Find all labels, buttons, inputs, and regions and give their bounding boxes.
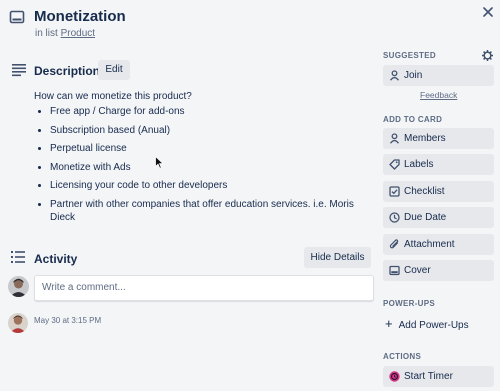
- person-icon: [389, 70, 400, 81]
- members-label: Members: [404, 133, 446, 144]
- list-item: Free app / Charge for add-ons: [50, 105, 370, 118]
- list-item: Perpetual license: [50, 142, 370, 155]
- add-to-card-heading: ADD TO CARD: [383, 115, 443, 124]
- checklist-icon: [389, 186, 400, 197]
- hide-details-button[interactable]: Hide Details: [304, 247, 371, 268]
- clock-icon: [389, 212, 400, 223]
- feedback-link[interactable]: Feedback: [420, 90, 457, 101]
- paperclip-icon: [389, 239, 400, 250]
- checklist-label: Checklist: [404, 186, 445, 197]
- list-item: Subscription based (Anual): [50, 124, 370, 137]
- avatar[interactable]: [8, 276, 29, 297]
- suggested-heading: SUGGESTED: [383, 51, 436, 60]
- due-date-button[interactable]: Due Date: [383, 207, 494, 228]
- add-power-ups-label: Add Power-Ups: [398, 320, 469, 331]
- avatar[interactable]: [8, 313, 28, 333]
- attachment-button[interactable]: Attachment: [383, 234, 494, 255]
- labels-label: Labels: [404, 159, 434, 170]
- comment-input[interactable]: Write a comment...: [34, 275, 374, 301]
- power-ups-heading: POWER-UPS: [383, 299, 436, 308]
- description-list: Free app / Charge for add-ons Subscripti…: [34, 105, 370, 229]
- attachment-label: Attachment: [404, 239, 455, 250]
- timer-icon: [389, 371, 400, 382]
- checklist-button[interactable]: Checklist: [383, 181, 494, 202]
- members-button[interactable]: Members: [383, 128, 494, 149]
- list-link[interactable]: Product: [61, 28, 95, 39]
- activity-icon: [11, 250, 25, 264]
- list-prefix: in list: [35, 28, 58, 39]
- activity-heading: Activity: [34, 252, 78, 266]
- cover-icon: [389, 265, 400, 276]
- start-timer-button[interactable]: Start Timer: [383, 366, 494, 387]
- card-title[interactable]: Monetization: [34, 7, 126, 27]
- person-icon: [389, 133, 400, 144]
- due-date-label: Due Date: [404, 212, 447, 223]
- card-icon: [9, 9, 25, 25]
- plus-icon: +: [385, 316, 393, 331]
- list-item: Partner with other companies that offer …: [50, 198, 370, 224]
- list-item: Licensing your code to other developers: [50, 179, 370, 192]
- start-timer-label: Start Timer: [404, 371, 453, 382]
- tag-icon: [389, 159, 400, 170]
- list-item: Monetize with Ads: [50, 161, 370, 174]
- labels-button[interactable]: Labels: [383, 154, 494, 175]
- description-icon: [12, 63, 26, 77]
- cover-button[interactable]: Cover: [383, 260, 494, 281]
- activity-timestamp: May 30 at 3:15 PM: [34, 316, 102, 325]
- description-heading: Description: [34, 64, 101, 78]
- close-icon[interactable]: [480, 4, 496, 20]
- join-label: Join: [404, 70, 423, 81]
- cover-label: Cover: [404, 265, 431, 276]
- actions-heading: ACTIONS: [383, 352, 422, 361]
- edit-description-button[interactable]: Edit: [98, 60, 130, 80]
- description-question: How can we monetize this product?: [34, 91, 192, 102]
- gear-icon[interactable]: [482, 50, 493, 61]
- add-power-ups-button[interactable]: + Add Power-Ups: [385, 317, 469, 332]
- list-info: in list Product: [35, 27, 95, 41]
- mouse-cursor-icon: [155, 156, 164, 169]
- join-button[interactable]: Join: [383, 65, 494, 86]
